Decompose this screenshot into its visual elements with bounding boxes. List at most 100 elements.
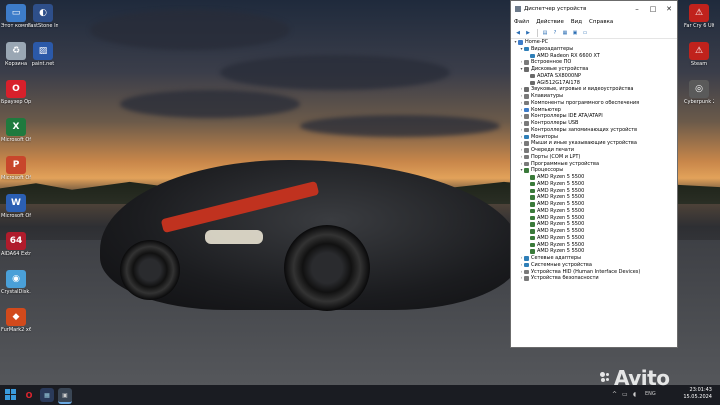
opera-taskbar-icon[interactable]: O: [22, 388, 36, 402]
device-item[interactable]: AMD Ryzen 5 5500: [511, 188, 677, 195]
tree-label: Сетевые адаптеры: [531, 255, 582, 261]
title-bar[interactable]: Диспетчер устройств – □ ✕: [511, 1, 677, 17]
desktop-shortcut[interactable]: ⚠Far Cry 6 Ultimate...: [684, 4, 714, 29]
desktop-shortcut[interactable]: ⚠ Steam: [684, 42, 714, 67]
storage-controller-icon: [524, 127, 529, 133]
processor-icon: [530, 222, 535, 227]
menu-help[interactable]: Справка: [589, 19, 613, 25]
device-item[interactable]: AMD Ryzen 5 5500: [511, 242, 677, 249]
wallpaper-cloud: [120, 90, 300, 118]
device-category[interactable]: › Встроенное ПО: [511, 59, 677, 66]
tray-chevron-icon[interactable]: ^: [612, 391, 617, 398]
windows-logo-icon: [11, 395, 16, 400]
word-icon: W: [6, 194, 26, 212]
desktop-shortcut[interactable]: ♻ Корзина: [1, 42, 31, 67]
desktop-shortcut[interactable]: ◐FastStone Image ...: [28, 4, 58, 29]
network-tray-icon[interactable]: ▭: [622, 391, 628, 398]
desktop-shortcut[interactable]: ◆FurMark2 x64: [1, 308, 31, 333]
wallpaper-cloud: [300, 115, 500, 137]
tree-label: AMD Ryzen 5 5500: [537, 248, 585, 255]
device-category[interactable]: › Компьютер: [511, 107, 677, 114]
volume-tray-icon[interactable]: ◖: [633, 391, 636, 398]
device-item[interactable]: AMD Ryzen 5 5500: [511, 228, 677, 235]
device-manager-taskbar-icon[interactable]: ▣: [58, 388, 72, 404]
desktop-shortcut[interactable]: XMicrosoft Office Exce...: [1, 118, 31, 143]
start-button[interactable]: [5, 389, 17, 401]
device-category[interactable]: › Контроллеры USB: [511, 120, 677, 127]
device-item[interactable]: AMD Ryzen 5 5500: [511, 208, 677, 215]
device-category[interactable]: › Мыши и иные указывающие устройства: [511, 140, 677, 147]
device-category[interactable]: › Компоненты программного обеспечения: [511, 100, 677, 107]
scan-hardware-icon[interactable]: ▣: [571, 29, 579, 37]
device-item[interactable]: AMD Ryzen 5 5500: [511, 221, 677, 228]
device-item[interactable]: AMD Ryzen 5 5500: [511, 194, 677, 201]
desktop-shortcut[interactable]: PMicrosoft Office Po...: [1, 156, 31, 181]
device-item[interactable]: ADATA SX8000NP: [511, 73, 677, 80]
desktop-shortcut-label: paint.net: [31, 61, 55, 67]
desktop-shortcut-label: FastStone Image ...: [28, 23, 58, 29]
device-category[interactable]: › Программные устройства: [511, 161, 677, 168]
minimize-button[interactable]: –: [629, 1, 645, 17]
device-category[interactable]: › Очереди печати: [511, 147, 677, 154]
device-tree: ▾ Home-PC ▾ Видеоадаптеры AMD Radeon RX 6600…: [511, 39, 677, 347]
device-category[interactable]: ▾ Процессоры: [511, 167, 677, 174]
windows-logo-icon: [5, 389, 10, 394]
close-button[interactable]: ✕: [661, 1, 677, 17]
desktop-shortcut[interactable]: WMicrosoft Office Word: [1, 194, 31, 219]
monitor-icon[interactable]: ▭: [581, 29, 589, 37]
device-category[interactable]: › Системные устройства: [511, 262, 677, 269]
desktop-shortcut[interactable]: ▨ paint.net: [28, 42, 58, 67]
device-item[interactable]: AMD Ryzen 5 5500: [511, 201, 677, 208]
device-item[interactable]: AMD Ryzen 5 5500: [511, 235, 677, 242]
device-category[interactable]: › Клавиатуры: [511, 93, 677, 100]
device-category[interactable]: › Звуковые, игровые и видеоустройства: [511, 86, 677, 93]
computer-icon: [524, 107, 529, 113]
device-item[interactable]: AMD Ryzen 5 5500: [511, 174, 677, 181]
tree-label: Порты (COM и LPT): [531, 153, 581, 160]
tree-label: AMD Ryzen 5 5500: [537, 214, 585, 221]
processor-icon: [530, 181, 535, 187]
device-category[interactable]: ▾ Видеоадаптеры: [511, 46, 677, 53]
update-driver-icon[interactable]: ▦: [561, 29, 569, 37]
back-icon[interactable]: ◀: [514, 29, 522, 37]
device-category[interactable]: › Порты (COM и LPT): [511, 154, 677, 161]
network-icon: [524, 256, 529, 261]
software-device-icon: [524, 161, 529, 167]
device-category[interactable]: › Контроллеры IDE ATA/ATAPI: [511, 113, 677, 120]
device-item[interactable]: AMD Ryzen 5 5500: [511, 248, 677, 255]
processor-icon: [530, 242, 535, 248]
desktop-shortcut[interactable]: ◎Cyberpunk 2077: [684, 80, 714, 105]
desktop-shortcut[interactable]: OБраузер Opera: [1, 80, 31, 105]
tree-label: AMD Radeon RX 6600 XT: [537, 52, 600, 59]
device-category[interactable]: › Контроллеры запоминающих устройств: [511, 127, 677, 134]
device-item[interactable]: AMD Ryzen 5 5500: [511, 181, 677, 188]
device-category[interactable]: › Устройства безопасности: [511, 275, 677, 282]
help-icon[interactable]: ?: [551, 29, 559, 37]
sound-icon: [524, 87, 529, 92]
desktop-shortcut[interactable]: ◉ CrystalDisk...: [1, 270, 31, 295]
menu-action[interactable]: Действие: [536, 19, 564, 25]
desktop-shortcut-label: Этот компьютер: [1, 23, 31, 29]
properties-icon[interactable]: ▤: [541, 29, 549, 37]
tree-label: Видеоадаптеры: [531, 45, 574, 52]
processor-icon: [530, 188, 535, 194]
faststone-icon: ◐: [33, 4, 53, 22]
desktop-shortcut[interactable]: 64AIDA64 Extreme: [1, 232, 31, 257]
menu-view[interactable]: Вид: [571, 19, 582, 25]
device-category[interactable]: › Сетевые адаптеры: [511, 255, 677, 262]
language-indicator[interactable]: ENG: [645, 391, 656, 397]
explorer-taskbar-icon[interactable]: ▦: [40, 388, 54, 402]
maximize-button[interactable]: □: [645, 1, 661, 17]
device-category[interactable]: ▾ Дисковые устройства: [511, 66, 677, 73]
device-manager-window[interactable]: Диспетчер устройств – □ ✕ Файл Действие …: [510, 0, 678, 348]
processor-icon: [530, 229, 535, 234]
device-item[interactable]: AMD Radeon RX 6600 XT: [511, 53, 677, 60]
forward-icon[interactable]: ▶: [524, 29, 532, 37]
device-item[interactable]: AMD Ryzen 5 5500: [511, 215, 677, 222]
menu-file[interactable]: Файл: [514, 19, 529, 25]
desktop-shortcut[interactable]: ▭Этот компьютер: [1, 4, 31, 29]
crystaldisk-icon: ◉: [6, 270, 26, 288]
clock[interactable]: 23:01:43 15.05.2024: [683, 387, 712, 401]
usb-icon: [524, 121, 529, 126]
tree-root[interactable]: ▾ Home-PC: [511, 39, 677, 46]
